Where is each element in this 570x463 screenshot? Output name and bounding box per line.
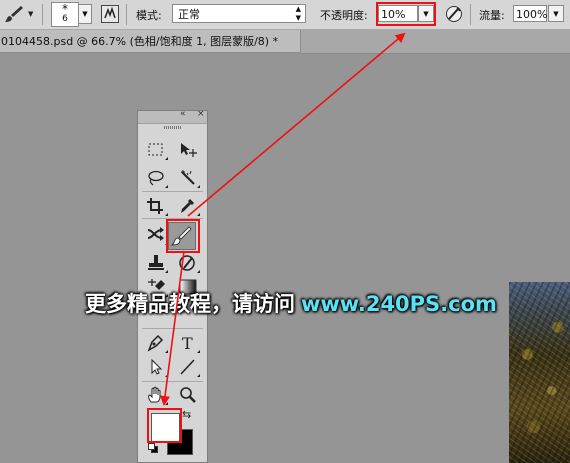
arrow-to-opacity xyxy=(187,32,406,217)
arrow-to-foreground xyxy=(160,250,185,406)
annotation-arrows xyxy=(160,32,406,406)
